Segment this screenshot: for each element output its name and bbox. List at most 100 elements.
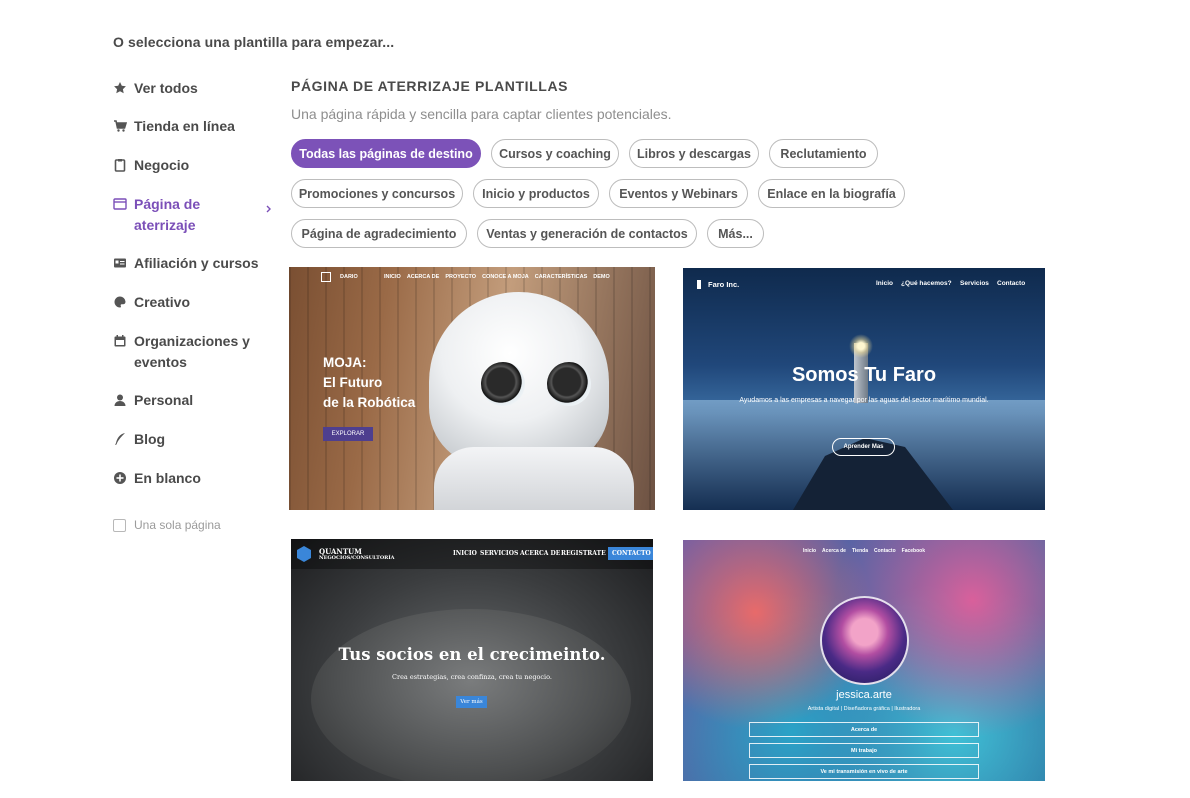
template-title: MOJA: El Futuro de la Robótica bbox=[323, 353, 415, 413]
robot-body bbox=[434, 447, 634, 510]
filter-chip[interactable]: Página de agradecimiento bbox=[291, 219, 467, 248]
template-nav-link: CARACTERÍSTICAS bbox=[534, 274, 588, 280]
template-nav-link: INICIO bbox=[453, 550, 477, 557]
chip-logo-icon bbox=[321, 272, 331, 282]
template-nav-link: Inicio bbox=[876, 280, 893, 287]
filter-chip[interactable]: Libros y descargas bbox=[629, 139, 759, 168]
sidebar-item-en-blanco[interactable]: En blanco bbox=[113, 468, 273, 489]
template-link-button: Mi trabajo bbox=[749, 743, 979, 758]
sidebar-item-negocio[interactable]: Negocio bbox=[113, 155, 273, 176]
clipboard-icon bbox=[113, 158, 127, 172]
template-title-line: El Futuro bbox=[323, 375, 383, 390]
template-brand-sub: NEGOCIOS/CONSULTORÍA bbox=[319, 555, 395, 561]
filter-chip[interactable]: Inicio y productos bbox=[473, 179, 599, 208]
template-nav: QUANTUM NEGOCIOS/CONSULTORÍA INICIO SERV… bbox=[291, 539, 653, 569]
template-title-line: MOJA: bbox=[323, 355, 367, 370]
page-heading: O selecciona una plantilla para empezar.… bbox=[113, 34, 395, 50]
card-background bbox=[311, 609, 631, 781]
window-icon bbox=[113, 197, 127, 211]
sidebar-item-label: Organizaciones y eventos bbox=[134, 333, 250, 370]
template-nav-link: Tienda bbox=[851, 548, 868, 554]
template-button: Aprender Mas bbox=[832, 438, 895, 456]
chevron-right-icon bbox=[266, 205, 271, 213]
filter-chip[interactable]: Reclutamiento bbox=[769, 139, 878, 168]
single-page-checkbox[interactable] bbox=[113, 518, 126, 532]
template-subtitle: Crea estrategias, crea confinza, crea tu… bbox=[391, 673, 552, 681]
robot-eye bbox=[481, 362, 525, 406]
sidebar-item-label: Negocio bbox=[134, 157, 190, 173]
star-icon bbox=[113, 81, 127, 95]
avatar bbox=[820, 596, 909, 685]
filter-chip[interactable]: Cursos y coaching bbox=[491, 139, 619, 168]
single-page-label: Una sola página bbox=[134, 518, 221, 532]
template-nav-link: Facebook bbox=[901, 548, 925, 554]
template-card-artist[interactable]: Inicio Acerca de Tienda Contacto Faceboo… bbox=[683, 540, 1045, 781]
template-button: Ver más bbox=[456, 696, 487, 708]
robot-eye bbox=[547, 362, 591, 406]
template-nav: DARIO INICIO ACERCA DE PROYECTO CONOCE A… bbox=[289, 267, 655, 287]
template-nav-link: ACERCA DE bbox=[520, 550, 561, 557]
template-nav-link: INICIO bbox=[384, 274, 401, 280]
section-title: PÁGINA DE ATERRIZAJE PLANTILLAS bbox=[291, 78, 569, 94]
sidebar-item-label: Creativo bbox=[134, 294, 191, 310]
filter-chip[interactable]: Enlace en la biografía bbox=[758, 179, 905, 208]
filter-chip[interactable]: Promociones y concursos bbox=[291, 179, 463, 208]
robot-head bbox=[429, 292, 609, 467]
template-nav-link: Contacto bbox=[873, 548, 896, 554]
template-nav-cta: CONTACTO bbox=[608, 547, 653, 560]
template-nav-link: Servicios bbox=[960, 280, 989, 287]
sidebar-item-tienda[interactable]: Tienda en línea bbox=[113, 116, 273, 137]
person-icon bbox=[113, 393, 127, 407]
template-brand: DARIO bbox=[340, 274, 358, 280]
template-nav-link: CONOCE A MOJA bbox=[482, 274, 529, 280]
sidebar-item-label: En blanco bbox=[134, 470, 201, 486]
quill-icon bbox=[113, 432, 127, 446]
section-subtitle: Una página rápida y sencilla para captar… bbox=[291, 106, 672, 122]
sidebar-item-personal[interactable]: Personal bbox=[113, 390, 273, 411]
sidebar-item-label: Afiliación y cursos bbox=[134, 255, 259, 271]
sidebar-item-creativo[interactable]: Creativo bbox=[113, 292, 273, 313]
sidebar-item-pagina-de-aterrizaje[interactable]: Página de aterrizaje bbox=[113, 194, 273, 236]
template-title: Somos Tu Faro bbox=[791, 364, 937, 386]
sidebar-item-organizaciones[interactable]: Organizaciones y eventos bbox=[113, 331, 273, 373]
sidebar-item-ver-todos[interactable]: Ver todos bbox=[113, 78, 273, 99]
sidebar-item-afiliacion[interactable]: Afiliación y cursos bbox=[113, 253, 273, 274]
template-nav-links: INICIO ACERCA DE PROYECTO CONOCE A MOJA … bbox=[384, 274, 616, 280]
filter-chip-all[interactable]: Todas las páginas de destino bbox=[291, 139, 481, 168]
template-nav-link: REGISTRATE bbox=[561, 550, 606, 557]
hexagon-logo-icon bbox=[297, 546, 311, 562]
template-link-button: Acerca de bbox=[749, 722, 979, 737]
filter-chip-more[interactable]: Más... bbox=[707, 219, 764, 248]
filter-chip[interactable]: Eventos y Webinars bbox=[609, 179, 748, 208]
lighthouse-logo-icon bbox=[697, 280, 701, 289]
template-brand: Faro Inc. bbox=[708, 280, 740, 289]
template-nav-link: Contacto bbox=[997, 280, 1026, 287]
template-nav-link: ACERCA DE bbox=[406, 274, 440, 280]
template-subtitle: Ayudamos a las empresas a navegar por la… bbox=[739, 397, 989, 404]
template-button: EXPLORAR bbox=[323, 427, 373, 441]
template-card-lighthouse[interactable]: Faro Inc. Inicio ¿Qué hacemos? Servicios… bbox=[683, 268, 1045, 510]
template-card-robot[interactable]: DARIO INICIO ACERCA DE PROYECTO CONOCE A… bbox=[289, 267, 655, 510]
sidebar-item-label: Ver todos bbox=[134, 80, 198, 96]
id-card-icon bbox=[113, 256, 127, 270]
sidebar-item-label: Tienda en línea bbox=[134, 118, 235, 134]
template-nav-link: Inicio bbox=[802, 548, 817, 554]
sidebar-item-blog[interactable]: Blog bbox=[113, 429, 273, 450]
template-nav: Inicio Acerca de Tienda Contacto Faceboo… bbox=[683, 540, 1045, 562]
template-subtitle: Artista digital | Diseñadora gráfica | I… bbox=[807, 706, 921, 712]
template-nav-link: PROYECTO bbox=[445, 274, 477, 280]
template-card-business[interactable]: QUANTUM NEGOCIOS/CONSULTORÍA INICIO SERV… bbox=[291, 539, 653, 781]
calendar-icon bbox=[113, 334, 127, 348]
template-title-line: de la Robótica bbox=[323, 395, 416, 410]
filter-chip[interactable]: Ventas y generación de contactos bbox=[477, 219, 697, 248]
lighthouse-light bbox=[849, 334, 873, 358]
template-nav-link: DEMO bbox=[593, 274, 610, 280]
template-nav-link: Acerca de bbox=[822, 548, 846, 554]
template-nav-link: SERVICIOS bbox=[480, 550, 519, 557]
plus-circle-icon bbox=[113, 471, 127, 485]
palette-icon bbox=[113, 295, 127, 309]
template-title: Tus socios en el crecimeinto. bbox=[338, 645, 606, 664]
template-link-button: Ve mi transmisión en vivo de arte bbox=[749, 764, 979, 779]
sidebar-item-label: Blog bbox=[134, 431, 166, 447]
single-page-option[interactable]: Una sola página bbox=[113, 518, 221, 532]
